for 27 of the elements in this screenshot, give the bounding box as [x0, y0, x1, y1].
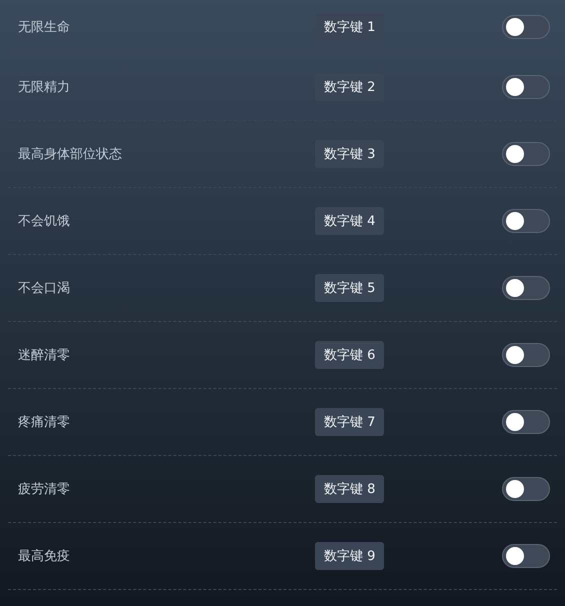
hotkey-badge: 数字键 7 — [315, 408, 384, 436]
toggle-switch[interactable] — [502, 142, 550, 166]
cheat-label: 最高身体部位状态 — [17, 146, 123, 163]
hotkey-badge: 数字键 3 — [315, 140, 384, 168]
toggle-switch[interactable] — [502, 75, 550, 99]
cheat-label: 迷醉清零 — [17, 347, 71, 364]
hotkey-badge: 数字键 4 — [315, 207, 384, 235]
cheat-label: 疲劳清零 — [17, 481, 71, 498]
hotkey-badge: 数字键 6 — [315, 341, 384, 369]
cheat-label: 疼痛清零 — [17, 414, 71, 431]
toggle-switch[interactable] — [502, 276, 550, 300]
toggle-switch[interactable] — [502, 343, 550, 367]
toggle-switch[interactable] — [502, 209, 550, 233]
hotkey-badge: 数字键 5 — [315, 274, 384, 302]
toggle-switch[interactable] — [502, 477, 550, 501]
cheat-label: 最高免疫 — [17, 548, 71, 565]
toggle-switch[interactable] — [502, 14, 550, 38]
cheat-label: 无限精力 — [17, 79, 71, 96]
toggle-switch[interactable] — [502, 544, 550, 568]
cheat-label: 不会口渴 — [17, 280, 71, 297]
hotkey-badge: 数字键 2 — [315, 73, 384, 101]
hotkey-badge: 数字键 1 — [315, 12, 384, 40]
toggle-switch[interactable] — [502, 410, 550, 434]
hotkey-badge: 数字键 8 — [315, 475, 384, 503]
hotkey-badge: 数字键 9 — [315, 542, 384, 570]
cheat-label: 不会饥饿 — [17, 213, 71, 230]
cheat-label: 无限生命 — [17, 18, 71, 36]
